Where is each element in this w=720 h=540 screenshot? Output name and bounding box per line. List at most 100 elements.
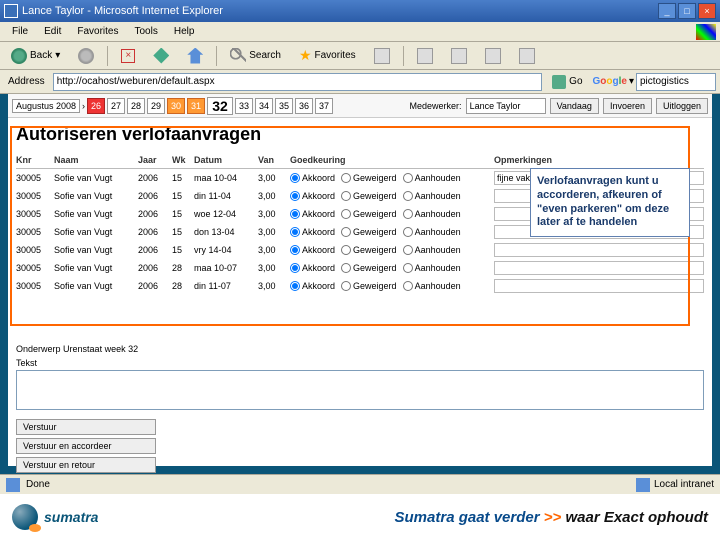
radio-geweigerd[interactable]: Geweigerd bbox=[341, 227, 397, 237]
minimize-button[interactable]: _ bbox=[658, 3, 676, 19]
verstuur-retour-button[interactable]: Verstuur en retour bbox=[16, 457, 156, 473]
radio-akkoord[interactable]: Akkoord bbox=[290, 227, 335, 237]
day-35[interactable]: 35 bbox=[275, 98, 293, 114]
favorites-button[interactable]: ★Favorites bbox=[292, 44, 363, 67]
toolbar-print-button[interactable] bbox=[444, 45, 474, 67]
day-33[interactable]: 33 bbox=[235, 98, 253, 114]
home-button[interactable] bbox=[180, 45, 210, 67]
radio-aanhouden[interactable]: Aanhouden bbox=[403, 209, 461, 219]
vandaag-button[interactable]: Vandaag bbox=[550, 98, 599, 114]
back-button[interactable]: Back ▾ bbox=[4, 45, 67, 67]
address-input[interactable] bbox=[53, 73, 542, 91]
intranet-icon bbox=[636, 478, 650, 492]
addressbar: Address Go Google▾ bbox=[0, 70, 720, 94]
favorites-label: Favorites bbox=[315, 50, 356, 61]
print-icon bbox=[451, 48, 467, 64]
cell-wk: 15 bbox=[172, 191, 190, 201]
tekst-label: Tekst bbox=[16, 356, 704, 370]
menu-help[interactable]: Help bbox=[166, 24, 203, 39]
go-button[interactable]: Go bbox=[546, 73, 588, 91]
maximize-button[interactable]: □ bbox=[678, 3, 696, 19]
menu-favorites[interactable]: Favorites bbox=[69, 24, 126, 39]
tekst-textarea[interactable] bbox=[16, 370, 704, 410]
verstuur-accordeer-button[interactable]: Verstuur en accordeer bbox=[16, 438, 156, 454]
day-28[interactable]: 28 bbox=[127, 98, 145, 114]
forward-button[interactable] bbox=[71, 45, 101, 67]
toolbar-history-button[interactable] bbox=[367, 45, 397, 67]
medewerker-input[interactable] bbox=[466, 98, 546, 114]
home-icon bbox=[187, 48, 203, 64]
week-32[interactable]: 32 bbox=[207, 97, 233, 115]
day-31[interactable]: 31 bbox=[187, 98, 205, 114]
opm-input[interactable] bbox=[494, 243, 704, 257]
day-27[interactable]: 27 bbox=[107, 98, 125, 114]
radio-akkoord[interactable]: Akkoord bbox=[290, 173, 335, 183]
menu-edit[interactable]: Edit bbox=[36, 24, 69, 39]
menu-tools[interactable]: Tools bbox=[126, 24, 165, 39]
toolbar: Back ▾ × Search ★Favorites bbox=[0, 42, 720, 70]
radio-aanhouden[interactable]: Aanhouden bbox=[403, 173, 461, 183]
slogan-arrows: >> bbox=[544, 509, 562, 526]
cell-jaar: 2006 bbox=[138, 245, 168, 255]
radio-geweigerd[interactable]: Geweigerd bbox=[341, 209, 397, 219]
slogan-part2: waar Exact ophoudt bbox=[565, 509, 708, 526]
day-26[interactable]: 26 bbox=[87, 98, 105, 114]
invoeren-button[interactable]: Invoeren bbox=[603, 98, 652, 114]
col-jaar: Jaar bbox=[138, 155, 168, 165]
next-arrow[interactable]: › bbox=[82, 101, 85, 111]
calendar-bar: Augustus 2008 › 26 27 28 29 30 31 32 33 … bbox=[8, 94, 712, 118]
radio-akkoord[interactable]: Akkoord bbox=[290, 209, 335, 219]
messenger-icon bbox=[519, 48, 535, 64]
search-button[interactable]: Search bbox=[223, 45, 288, 67]
zone-label: Local intranet bbox=[654, 479, 714, 490]
radio-aanhouden[interactable]: Aanhouden bbox=[403, 245, 461, 255]
day-36[interactable]: 36 bbox=[295, 98, 313, 114]
radio-akkoord[interactable]: Akkoord bbox=[290, 263, 335, 273]
radio-geweigerd[interactable]: Geweigerd bbox=[341, 173, 397, 183]
day-37[interactable]: 37 bbox=[315, 98, 333, 114]
table-row: 30005Sofie van Vugt200628din 11-073,00Ak… bbox=[16, 277, 704, 295]
cell-datum: don 13-04 bbox=[194, 227, 254, 237]
radio-geweigerd[interactable]: Geweigerd bbox=[341, 191, 397, 201]
cell-van: 3,00 bbox=[258, 227, 286, 237]
cell-jaar: 2006 bbox=[138, 263, 168, 273]
close-button[interactable]: × bbox=[698, 3, 716, 19]
opm-input[interactable] bbox=[494, 279, 704, 293]
cell-datum: din 11-07 bbox=[194, 281, 254, 291]
radio-geweigerd[interactable]: Geweigerd bbox=[341, 281, 397, 291]
opm-input[interactable] bbox=[494, 261, 704, 275]
cell-wk: 15 bbox=[172, 209, 190, 219]
cell-naam: Sofie van Vugt bbox=[54, 227, 134, 237]
radio-aanhouden[interactable]: Aanhouden bbox=[403, 227, 461, 237]
radio-aanhouden[interactable]: Aanhouden bbox=[403, 281, 461, 291]
cell-knr: 30005 bbox=[16, 245, 50, 255]
toolbar-edit-button[interactable] bbox=[478, 45, 508, 67]
radio-aanhouden[interactable]: Aanhouden bbox=[403, 263, 461, 273]
day-29[interactable]: 29 bbox=[147, 98, 165, 114]
uitloggen-button[interactable]: Uitloggen bbox=[656, 98, 708, 114]
toolbar-msgr-button[interactable] bbox=[512, 45, 542, 67]
menu-file[interactable]: File bbox=[4, 24, 36, 39]
radio-akkoord[interactable]: Akkoord bbox=[290, 191, 335, 201]
cell-van: 3,00 bbox=[258, 263, 286, 273]
radio-akkoord[interactable]: Akkoord bbox=[290, 245, 335, 255]
radio-geweigerd[interactable]: Geweigerd bbox=[341, 263, 397, 273]
radio-aanhouden[interactable]: Aanhouden bbox=[403, 191, 461, 201]
cell-datum: maa 10-04 bbox=[194, 173, 254, 183]
verstuur-button[interactable]: Verstuur bbox=[16, 419, 156, 435]
day-30[interactable]: 30 bbox=[167, 98, 185, 114]
col-van: Van bbox=[258, 155, 286, 165]
month-select[interactable]: Augustus 2008 bbox=[12, 99, 80, 113]
cell-goedkeuring: Akkoord Geweigerd Aanhouden bbox=[290, 191, 490, 201]
radio-akkoord[interactable]: Akkoord bbox=[290, 281, 335, 291]
col-knr: Knr bbox=[16, 155, 50, 165]
google-search-input[interactable] bbox=[636, 73, 716, 91]
refresh-button[interactable] bbox=[146, 45, 176, 67]
cell-goedkeuring: Akkoord Geweigerd Aanhouden bbox=[290, 245, 490, 255]
day-34[interactable]: 34 bbox=[255, 98, 273, 114]
cell-datum: vry 14-04 bbox=[194, 245, 254, 255]
radio-geweigerd[interactable]: Geweigerd bbox=[341, 245, 397, 255]
stop-button[interactable]: × bbox=[114, 46, 142, 66]
slogan-part1: Sumatra gaat verder bbox=[395, 509, 540, 526]
toolbar-mail-button[interactable] bbox=[410, 45, 440, 67]
